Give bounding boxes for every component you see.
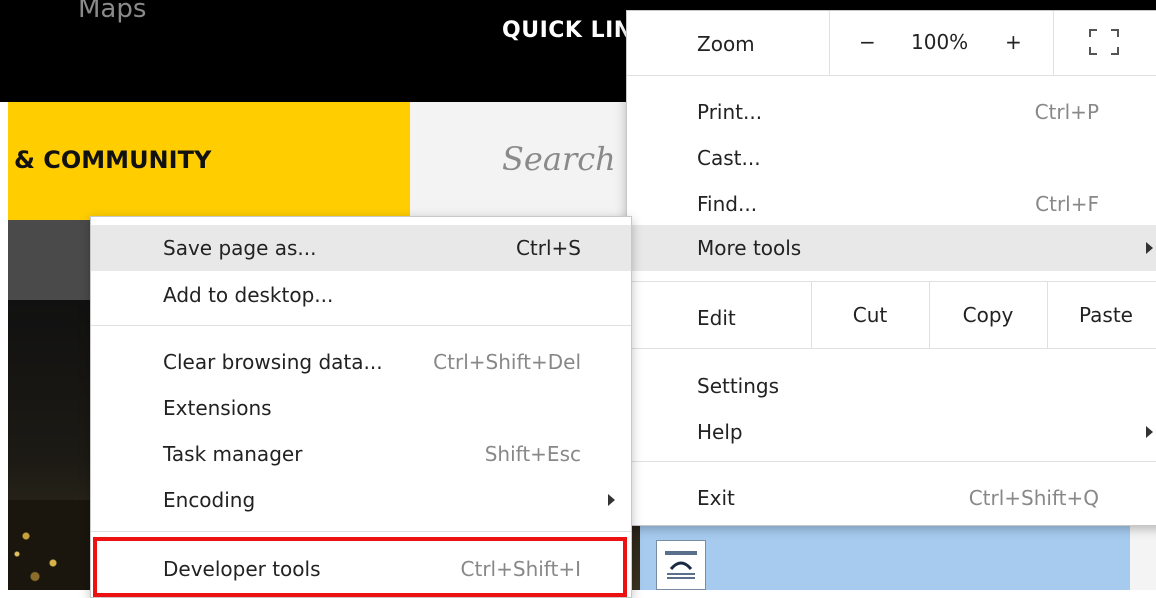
edit-label: Edit [697, 306, 736, 330]
submenu-item-clear-browsing-data[interactable]: Clear browsing data... Ctrl+Shift+Del [91, 339, 631, 385]
separator [627, 461, 1156, 462]
crowd-photo-detail [8, 500, 98, 590]
zoom-level: 100% [911, 30, 969, 54]
save-page-label: Save page as... [163, 236, 317, 260]
clear-browsing-data-label: Clear browsing data... [163, 350, 383, 374]
menu-item-cast[interactable]: Cast... [627, 135, 1156, 181]
more-tools-label: More tools [697, 236, 802, 260]
document-icon[interactable] [656, 540, 706, 590]
edit-row: Edit Cut Copy Paste [627, 282, 1156, 348]
browser-main-menu: Zoom − 100% + Print... Ctrl+P Cast... Fi… [626, 10, 1156, 526]
submenu-item-add-to-desktop[interactable]: Add to desktop... [91, 272, 631, 318]
task-manager-label: Task manager [163, 442, 303, 466]
zoom-row: Zoom − 100% + [627, 11, 1156, 75]
find-shortcut: Ctrl+F [1035, 192, 1099, 216]
settings-label: Settings [697, 374, 780, 398]
desktop-edge [1130, 520, 1156, 590]
extensions-label: Extensions [163, 396, 272, 420]
zoom-label: Zoom [697, 32, 755, 56]
separator [627, 75, 1156, 76]
zoom-in-button[interactable]: + [1005, 30, 1022, 54]
desktop-background [640, 520, 1130, 590]
separator [627, 348, 1156, 349]
exit-label: Exit [697, 486, 735, 510]
fullscreen-icon[interactable] [1089, 29, 1119, 55]
submenu-arrow-icon [608, 494, 615, 506]
submenu-arrow-icon [1146, 242, 1153, 254]
divider [1053, 11, 1054, 75]
developer-tools-highlight-box [93, 537, 627, 597]
copy-button[interactable]: Copy [930, 282, 1046, 348]
cast-label: Cast... [697, 146, 761, 170]
menu-item-help[interactable]: Help [627, 409, 1156, 455]
print-label: Print... [697, 100, 763, 124]
exit-shortcut: Ctrl+Shift+Q [968, 486, 1099, 510]
menu-item-settings[interactable]: Settings [627, 363, 1156, 409]
cut-button[interactable]: Cut [812, 282, 928, 348]
add-to-desktop-label: Add to desktop... [163, 283, 334, 307]
menu-item-find[interactable]: Find... Ctrl+F [627, 181, 1156, 227]
save-page-shortcut: Ctrl+S [515, 236, 581, 260]
quick-links-link[interactable]: QUICK LIN [502, 18, 633, 43]
submenu-item-save-page[interactable]: Save page as... Ctrl+S [91, 225, 631, 271]
more-tools-submenu: Save page as... Ctrl+S Add to desktop...… [90, 216, 632, 598]
find-label: Find... [697, 192, 758, 216]
menu-item-more-tools[interactable]: More tools [627, 225, 1156, 271]
submenu-item-encoding[interactable]: Encoding [91, 477, 631, 523]
submenu-arrow-icon [1146, 426, 1153, 438]
divider [829, 11, 830, 75]
menu-item-print[interactable]: Print... Ctrl+P [627, 89, 1156, 135]
separator [91, 325, 631, 326]
encoding-label: Encoding [163, 488, 256, 512]
separator [91, 531, 631, 532]
community-nav-item[interactable]: & COMMUNITY [14, 146, 211, 174]
submenu-item-extensions[interactable]: Extensions [91, 385, 631, 431]
print-shortcut: Ctrl+P [1034, 100, 1099, 124]
task-manager-shortcut: Shift+Esc [484, 442, 581, 466]
zoom-out-button[interactable]: − [859, 30, 876, 54]
maps-link[interactable]: Maps [78, 0, 146, 24]
menu-item-exit[interactable]: Exit Ctrl+Shift+Q [627, 475, 1156, 521]
paste-button[interactable]: Paste [1048, 282, 1156, 348]
help-label: Help [697, 420, 743, 444]
submenu-item-task-manager[interactable]: Task manager Shift+Esc [91, 431, 631, 477]
clear-browsing-data-shortcut: Ctrl+Shift+Del [433, 350, 581, 374]
